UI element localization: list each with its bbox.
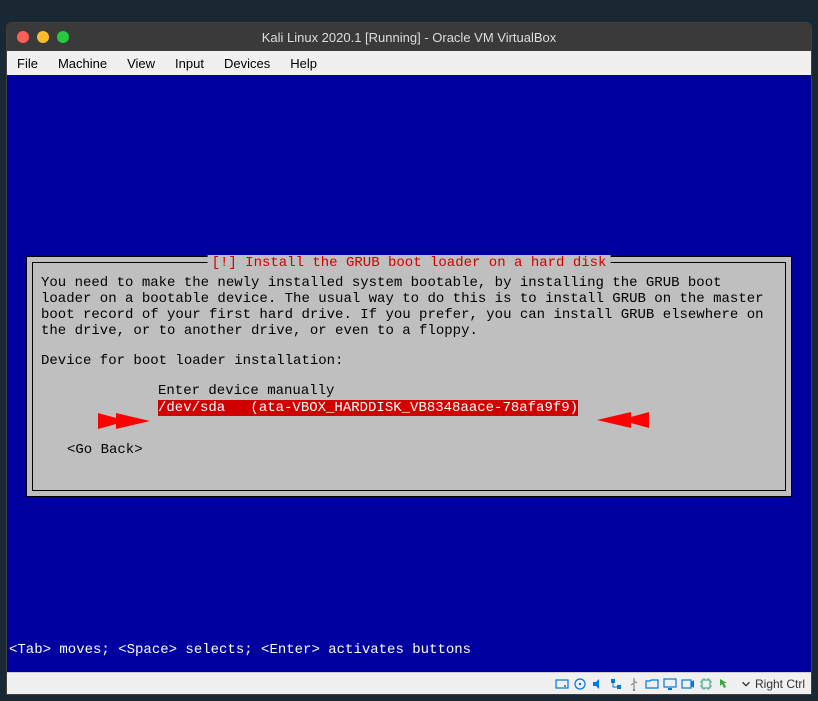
shared-folder-icon[interactable] (644, 676, 660, 692)
selected-device-label: /dev/sda (ata-VBOX_HARDDISK_VB8348aace-7… (158, 400, 578, 416)
virtualbox-window: Kali Linux 2020.1 [Running] - Oracle VM … (6, 22, 812, 695)
usb-icon[interactable] (626, 676, 642, 692)
option-dev-sda[interactable]: /dev/sda (ata-VBOX_HARDDISK_VB8348aace-7… (158, 400, 777, 416)
menu-file[interactable]: File (7, 56, 48, 71)
harddisk-icon[interactable] (554, 676, 570, 692)
host-key-indicator[interactable]: Right Ctrl (740, 677, 805, 691)
statusbar: Right Ctrl (7, 672, 811, 694)
titlebar: Kali Linux 2020.1 [Running] - Oracle VM … (7, 23, 811, 51)
mouse-integration-icon[interactable] (716, 676, 732, 692)
display-icon[interactable] (662, 676, 678, 692)
maximize-icon[interactable] (57, 31, 69, 43)
annotation-arrow-right-icon (597, 412, 649, 428)
host-key-label: Right Ctrl (755, 677, 805, 691)
menu-help[interactable]: Help (280, 56, 327, 71)
menu-view[interactable]: View (117, 56, 165, 71)
menu-devices[interactable]: Devices (214, 56, 280, 71)
status-icons: Right Ctrl (554, 676, 805, 692)
window-controls (17, 31, 69, 43)
close-icon[interactable] (17, 31, 29, 43)
installer-dialog: [!] Install the GRUB boot loader on a ha… (26, 256, 792, 497)
device-list: Enter device manually /dev/sda (ata-VBOX… (158, 383, 777, 415)
dialog-title: [!] Install the GRUB boot loader on a ha… (208, 255, 611, 271)
keyboard-down-icon (740, 678, 752, 690)
vm-display[interactable]: [!] Install the GRUB boot loader on a ha… (7, 75, 811, 672)
optical-icon[interactable] (572, 676, 588, 692)
audio-icon[interactable] (590, 676, 606, 692)
network-icon[interactable] (608, 676, 624, 692)
minimize-icon[interactable] (37, 31, 49, 43)
dialog-body: You need to make the newly installed sys… (41, 275, 777, 458)
window-title: Kali Linux 2020.1 [Running] - Oracle VM … (7, 30, 811, 45)
keyboard-hint: <Tab> moves; <Space> selects; <Enter> ac… (9, 642, 471, 658)
annotation-arrow-left-icon (98, 413, 150, 429)
option-enter-manually[interactable]: Enter device manually (158, 383, 777, 399)
recording-icon[interactable] (680, 676, 696, 692)
go-back-button[interactable]: <Go Back> (67, 442, 777, 458)
menu-machine[interactable]: Machine (48, 56, 117, 71)
instructions-text: You need to make the newly installed sys… (41, 275, 777, 339)
menubar: File Machine View Input Devices Help (7, 51, 811, 75)
processor-icon[interactable] (698, 676, 714, 692)
menu-input[interactable]: Input (165, 56, 214, 71)
prompt-text: Device for boot loader installation: (41, 353, 777, 369)
